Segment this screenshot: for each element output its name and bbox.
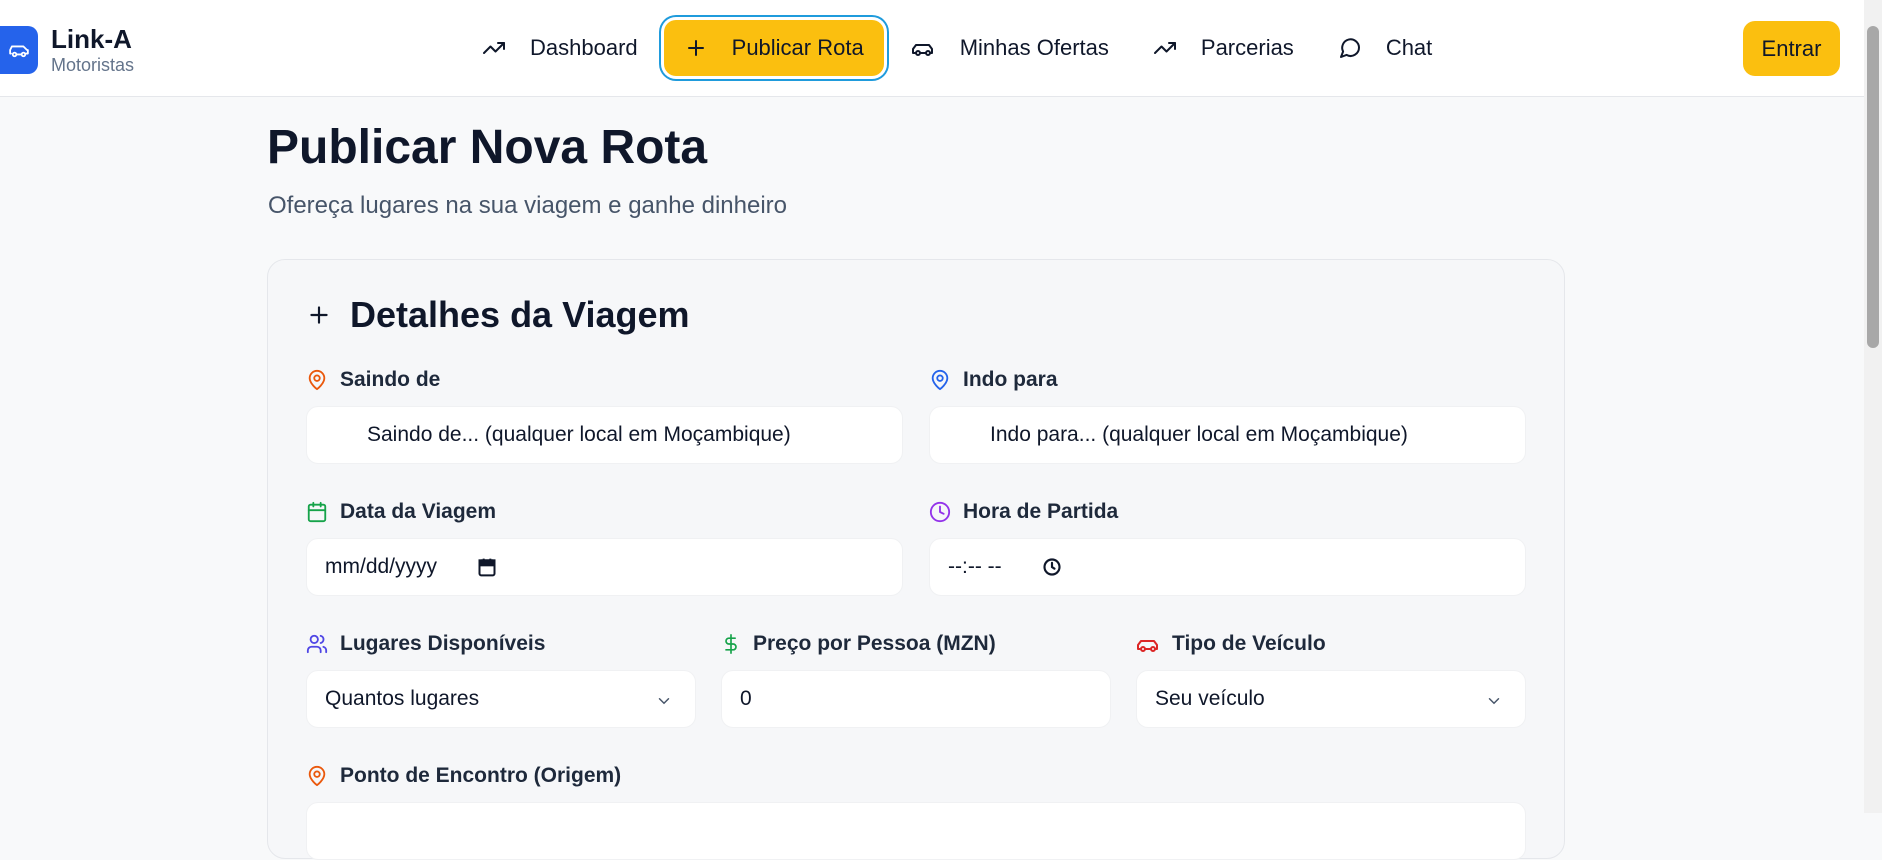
users-icon [306,634,328,654]
time-input-placeholder: --:-- -- [948,555,1002,578]
card-title: Detalhes da Viagem [306,294,690,336]
scrollbar-thumb[interactable] [1867,26,1879,348]
date-input[interactable]: mm/dd/yyyy [306,538,903,596]
to-label-text: Indo para [963,368,1058,391]
main-nav: Dashboard Publicar Rota Minhas Ofertas P… [460,18,1454,78]
nav-parcerias-label: Parcerias [1200,35,1294,60]
chevron-down-icon [658,698,670,705]
car-icon [0,26,38,74]
car-icon [1137,640,1158,652]
seats-label: Lugares Disponíveis [306,632,545,656]
seats-label-text: Lugares Disponíveis [340,632,546,655]
trip-details-card: Detalhes da Viagem Saindo de Saindo de..… [267,259,1565,860]
price-label-text: Preço por Pessoa (MZN) [753,632,996,655]
login-button[interactable]: Entrar [1743,21,1840,76]
brand[interactable]: Link-A Motoristas [0,24,134,76]
map-pin-icon [308,369,326,391]
nav-dashboard[interactable]: Dashboard [460,20,660,76]
from-input-placeholder: Saindo de... (qualquer local em Moçambiq… [367,423,791,446]
message-circle-icon [1339,38,1360,58]
clock-icon [929,501,951,523]
card-title-text: Detalhes da Viagem [350,294,690,335]
to-input[interactable]: Indo para... (qualquer local em Moçambiq… [929,406,1526,464]
nav-chat[interactable]: Chat [1316,20,1454,76]
plus-icon [687,40,704,56]
trending-up-icon [1153,42,1176,54]
from-label: Saindo de [306,368,440,392]
trending-up-icon [483,42,505,54]
clock-icon[interactable] [1042,557,1062,577]
seats-select[interactable]: Quantos lugares [306,670,696,728]
nav-publicar-rota-label: Publicar Rota [731,35,864,60]
brand-name: Link-A [51,24,132,54]
nav-dashboard-label: Dashboard [530,35,638,60]
vehicle-select[interactable]: Seu veículo [1136,670,1526,728]
price-input[interactable]: 0 [721,670,1111,728]
seats-select-value: Quantos lugares [325,687,480,710]
nav-minhas-ofertas-label: Minhas Ofertas [959,35,1109,60]
calendar-icon[interactable] [477,557,497,577]
brand-subtitle: Motoristas [51,55,135,75]
vehicle-label: Tipo de Veículo [1136,632,1326,656]
map-pin-icon [308,765,326,787]
calendar-icon [307,501,327,523]
nav-chat-label: Chat [1385,35,1433,60]
car-icon [911,44,933,56]
meeting-point-label-text: Ponto de Encontro (Origem) [340,764,622,787]
to-label: Indo para [929,368,1058,392]
date-label-text: Data da Viagem [340,500,497,523]
from-label-text: Saindo de [340,368,441,391]
vehicle-select-value: Seu veículo [1155,687,1265,710]
top-navbar: Link-A Motoristas Dashboard Publicar Rot… [0,0,1864,97]
chevron-down-icon [1488,698,1500,705]
page-title: Publicar Nova Rota [267,121,708,174]
meeting-point-input[interactable] [306,802,1526,860]
map-pin-icon [931,369,949,391]
to-input-placeholder: Indo para... (qualquer local em Moçambiq… [990,423,1408,446]
from-input[interactable]: Saindo de... (qualquer local em Moçambiq… [306,406,903,464]
time-input[interactable]: --:-- -- [929,538,1526,596]
vehicle-label-text: Tipo de Veículo [1172,632,1326,655]
meeting-point-label: Ponto de Encontro (Origem) [306,764,621,788]
page-scrollbar[interactable] [1864,0,1882,813]
page-subtitle: Ofereça lugares na sua viagem e ganhe di… [268,192,787,219]
time-label-text: Hora de Partida [963,500,1119,523]
time-label: Hora de Partida [929,500,1118,524]
date-label: Data da Viagem [306,500,496,524]
plus-icon [310,306,328,324]
nav-parcerias[interactable]: Parcerias [1131,20,1316,76]
dollar-icon [725,634,737,654]
price-input-value: 0 [740,687,752,710]
date-input-placeholder: mm/dd/yyyy [325,555,438,578]
price-label: Preço por Pessoa (MZN) [721,632,996,656]
nav-minhas-ofertas[interactable]: Minhas Ofertas [888,20,1131,76]
nav-publicar-rota[interactable]: Publicar Rota [663,20,884,76]
